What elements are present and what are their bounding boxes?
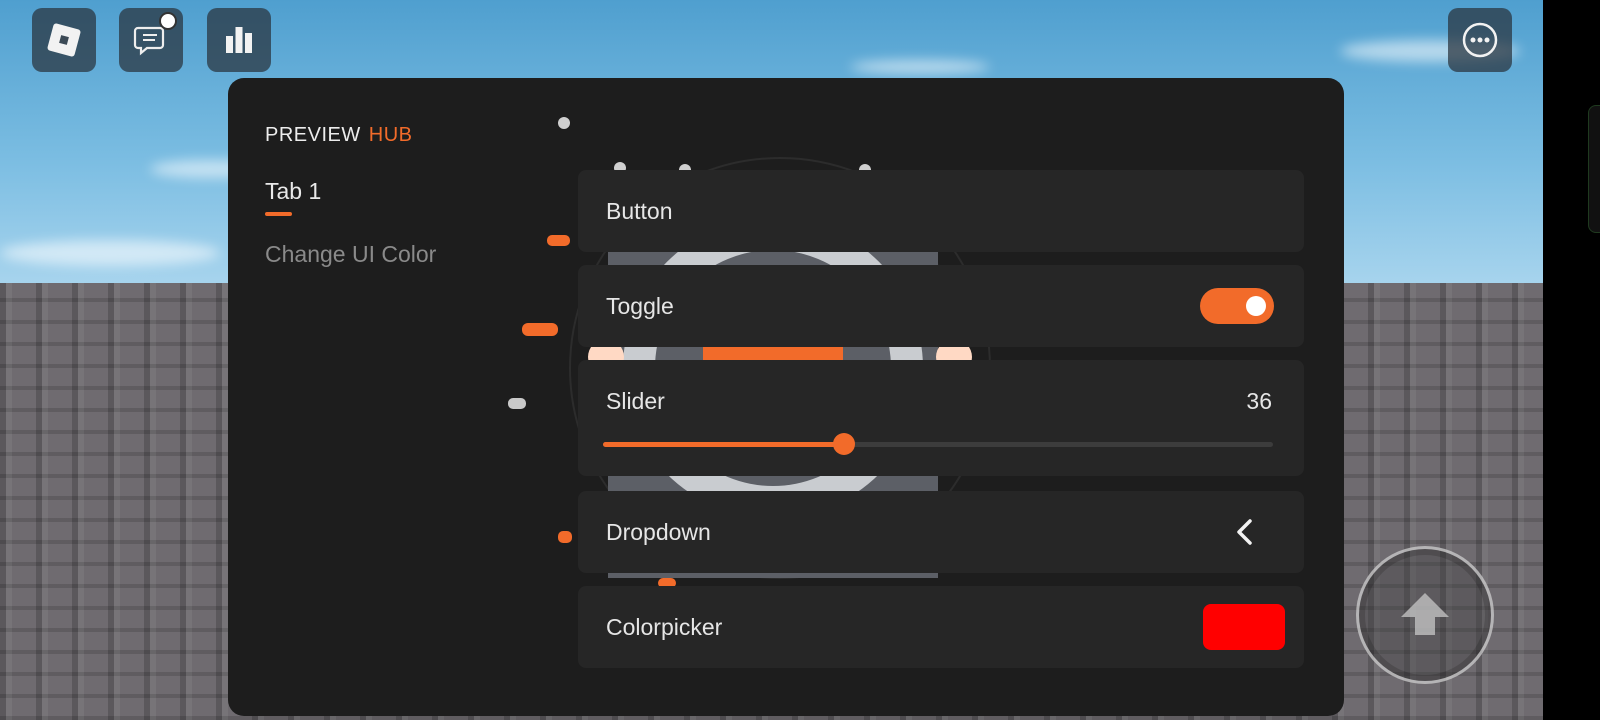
edge-handle[interactable]	[1588, 105, 1600, 233]
slider-label: Slider	[606, 388, 665, 414]
active-tab-indicator	[265, 212, 292, 216]
leaderboard-icon	[226, 27, 252, 53]
tab-change-ui-color[interactable]: Change UI Color	[265, 241, 436, 268]
slider-value: 36	[1246, 388, 1272, 414]
jump-button[interactable]	[1356, 546, 1494, 684]
tab-1[interactable]: Tab 1	[265, 178, 321, 205]
color-swatch[interactable]	[1203, 604, 1285, 650]
leaderboard-button[interactable]	[207, 8, 271, 72]
colorpicker-row: Colorpicker	[578, 586, 1304, 668]
toggle-row: Toggle	[578, 265, 1304, 347]
chat-button[interactable]	[119, 8, 183, 72]
roblox-menu-button[interactable]	[32, 8, 96, 72]
colorpicker-label: Colorpicker	[606, 614, 723, 640]
button-label: Button	[606, 198, 673, 224]
toggle-switch[interactable]	[1200, 288, 1274, 324]
slider-fill	[603, 442, 845, 447]
button-row[interactable]: Button	[578, 170, 1304, 252]
notification-dot	[159, 12, 177, 30]
chevron-left-icon	[1237, 519, 1252, 545]
hub-title: PREVIEW HUB	[265, 124, 412, 147]
hub-window: PREVIEW HUB Tab 1 Change UI Color Button …	[228, 78, 1344, 716]
slider-track[interactable]	[603, 433, 1273, 455]
slider-thumb[interactable]	[833, 433, 856, 455]
slider-row: Slider 36	[578, 360, 1304, 476]
dropdown-label: Dropdown	[606, 519, 711, 545]
toggle-knob	[1246, 296, 1266, 316]
hub-title-primary: PREVIEW	[265, 124, 361, 146]
more-options-icon	[1462, 22, 1498, 58]
jump-arrow-icon	[1401, 593, 1449, 635]
roblox-logo-icon	[47, 23, 81, 57]
dropdown-row[interactable]: Dropdown	[578, 491, 1304, 573]
toggle-label: Toggle	[606, 293, 674, 319]
hub-title-accent: HUB	[368, 124, 413, 146]
more-options-button[interactable]	[1448, 8, 1512, 72]
